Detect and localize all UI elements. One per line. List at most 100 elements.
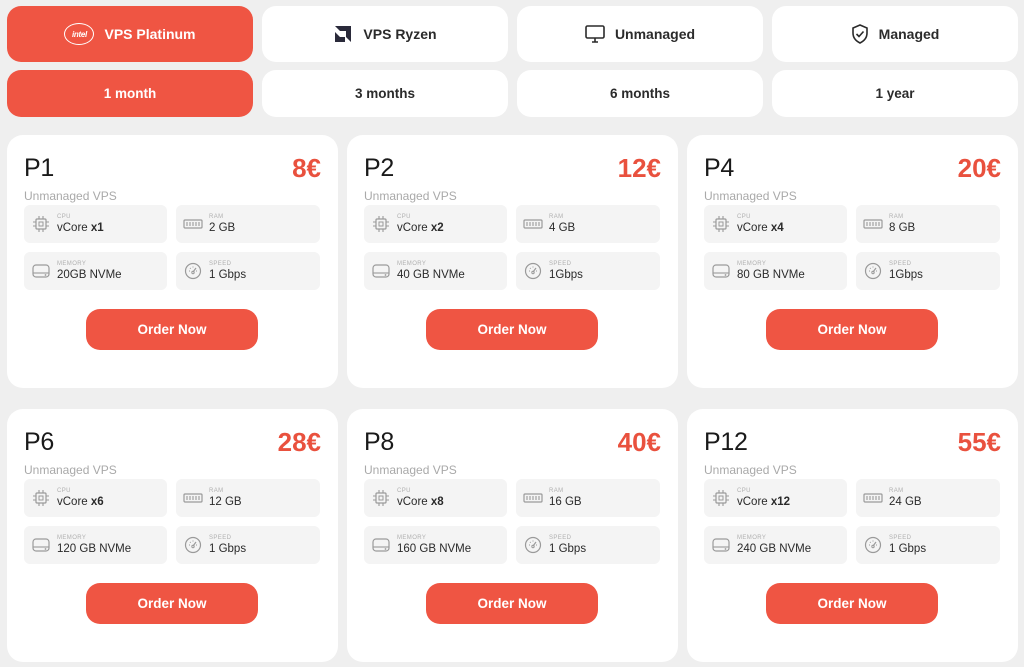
plan-specs: CPU vCore x1 RAM 2 GB MEMORY 20GB NVMe S… (24, 205, 321, 290)
tab-1-month[interactable]: 1 month (7, 70, 253, 117)
plan-price: 12€ (617, 153, 661, 183)
plan-name: P2 (364, 154, 394, 182)
monitor-icon (585, 25, 605, 43)
plan-header: P12 55€ (704, 427, 1001, 461)
spec-value-ram: 24 GB (889, 495, 922, 508)
tab-unmanaged[interactable]: Unmanaged (517, 6, 763, 62)
spec-label: CPU (57, 487, 71, 494)
spec-value-cpu: vCore x8 (397, 495, 444, 508)
spec-value-memory: 120 GB NVMe (57, 542, 132, 555)
speedometer-icon (523, 261, 543, 281)
tab-3-months[interactable]: 3 months (262, 70, 508, 117)
spec-speed: SPEED 1Gbps (856, 252, 1000, 290)
spec-label: MEMORY (737, 534, 767, 541)
cpu-icon (371, 214, 391, 234)
tab-vps-platinum[interactable]: intel VPS Platinum (7, 6, 253, 62)
order-now-button[interactable]: Order Now (766, 309, 938, 350)
plan-header: P8 40€ (364, 427, 661, 461)
cpu-icon (711, 488, 731, 508)
spec-label: RAM (209, 213, 224, 220)
tab-managed[interactable]: Managed (772, 6, 1018, 62)
tab-6-months[interactable]: 6 months (517, 70, 763, 117)
spec-memory: MEMORY 20GB NVMe (24, 252, 167, 290)
product-tabs: intel VPS Platinum VPS Ryzen Unmanaged M… (7, 6, 1018, 62)
tab-label: VPS Ryzen (363, 26, 437, 42)
plan-price: 28€ (277, 427, 321, 457)
order-now-button[interactable]: Order Now (426, 583, 598, 624)
spec-value-cpu: vCore x12 (737, 495, 791, 508)
drive-icon (31, 535, 51, 555)
cpu-icon (711, 214, 731, 234)
spec-label: RAM (209, 487, 224, 494)
spec-value-speed: 1Gbps (549, 268, 583, 281)
plan-header: P6 28€ (24, 427, 321, 461)
speedometer-icon (183, 535, 203, 555)
plan-card-p12: P12 55€ Unmanaged VPS CPU vCore x12 RAM (687, 409, 1018, 662)
order-now-button[interactable]: Order Now (86, 309, 258, 350)
tab-1-year[interactable]: 1 year (772, 70, 1018, 117)
ram-icon (183, 214, 203, 234)
spec-label: SPEED (549, 534, 572, 541)
spec-value-ram: 2 GB (209, 221, 236, 234)
amd-icon (333, 24, 353, 44)
plan-price: 8€ (292, 153, 321, 183)
tab-vps-ryzen[interactable]: VPS Ryzen (262, 6, 508, 62)
plan-card-p8: P8 40€ Unmanaged VPS CPU vCore x8 RAM 16… (347, 409, 678, 662)
spec-cpu: CPU vCore x2 (364, 205, 507, 243)
plan-name: P1 (24, 154, 54, 182)
plan-specs: CPU vCore x2 RAM 4 GB MEMORY 40 GB NVMe … (364, 205, 661, 290)
spec-memory: MEMORY 40 GB NVMe (364, 252, 507, 290)
ram-icon (523, 214, 543, 234)
spec-value-memory: 80 GB NVMe (737, 268, 805, 281)
plan-name: P8 (364, 428, 394, 456)
spec-label: CPU (737, 213, 751, 220)
order-now-button[interactable]: Order Now (766, 583, 938, 624)
spec-cpu: CPU vCore x1 (24, 205, 167, 243)
spec-value-memory: 160 GB NVMe (397, 542, 472, 555)
plan-price: 55€ (957, 427, 1001, 457)
spec-speed: SPEED 1 Gbps (176, 252, 320, 290)
spec-value-ram: 8 GB (889, 221, 916, 234)
plan-header: P1 8€ (24, 153, 321, 187)
shield-check-icon (851, 24, 869, 44)
order-now-button[interactable]: Order Now (426, 309, 598, 350)
plan-card-p2: P2 12€ Unmanaged VPS CPU vCore x2 RAM 4 … (347, 135, 678, 388)
plan-specs: CPU vCore x4 RAM 8 GB MEMORY 80 GB NVMe … (704, 205, 1001, 290)
plan-subtitle: Unmanaged VPS (704, 463, 797, 477)
plan-price: 40€ (617, 427, 661, 457)
spec-speed: SPEED 1 Gbps (856, 526, 1000, 564)
speedometer-icon (863, 261, 883, 281)
plan-name: P6 (24, 428, 54, 456)
spec-label: CPU (397, 487, 411, 494)
plan-header: P2 12€ (364, 153, 661, 187)
spec-cpu: CPU vCore x6 (24, 479, 167, 517)
spec-memory: MEMORY 240 GB NVMe (704, 526, 847, 564)
speedometer-icon (863, 535, 883, 555)
spec-label: RAM (889, 487, 904, 494)
spec-value-ram: 16 GB (549, 495, 582, 508)
spec-memory: MEMORY 120 GB NVMe (24, 526, 167, 564)
spec-ram: RAM 4 GB (516, 205, 660, 243)
tab-label: VPS Platinum (104, 26, 196, 42)
spec-ram: RAM 12 GB (176, 479, 320, 517)
plan-card-p6: P6 28€ Unmanaged VPS CPU vCore x6 RAM 12… (7, 409, 338, 662)
spec-value-speed: 1 Gbps (209, 542, 247, 555)
spec-value-cpu: vCore x1 (57, 221, 104, 234)
plan-subtitle: Unmanaged VPS (364, 189, 457, 203)
ram-icon (183, 488, 203, 508)
spec-label: SPEED (889, 260, 912, 267)
spec-value-speed: 1 Gbps (209, 268, 247, 281)
order-now-button[interactable]: Order Now (86, 583, 258, 624)
plan-specs: CPU vCore x8 RAM 16 GB MEMORY 160 GB NVM… (364, 479, 661, 564)
tab-label: Managed (878, 26, 940, 42)
drive-icon (711, 535, 731, 555)
plan-name: P4 (704, 154, 734, 182)
plans-grid: P1 8€ Unmanaged VPS CPU vCore x1 RAM 2 G… (7, 135, 1018, 662)
ram-icon (523, 488, 543, 508)
spec-value-speed: 1Gbps (889, 268, 923, 281)
spec-label: MEMORY (737, 260, 767, 267)
spec-value-cpu: vCore x4 (737, 221, 784, 234)
spec-label: MEMORY (397, 534, 427, 541)
spec-ram: RAM 24 GB (856, 479, 1000, 517)
billing-period-tabs: 1 month 3 months 6 months 1 year (7, 70, 1018, 117)
